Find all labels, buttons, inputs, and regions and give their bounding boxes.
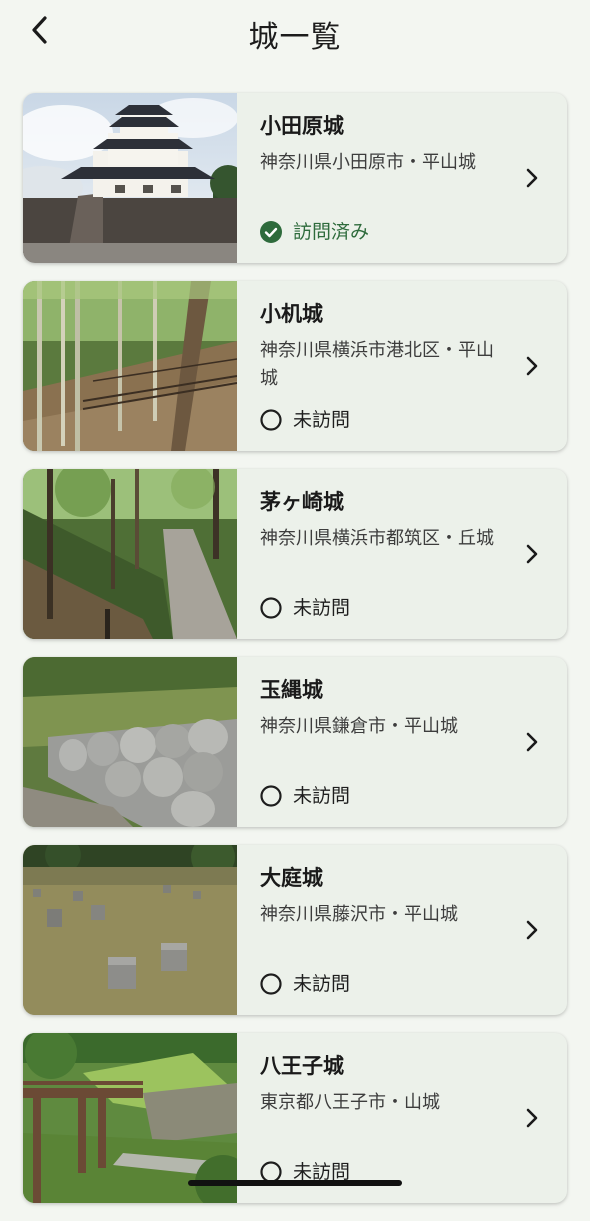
castle-info: 茅ヶ崎城 神奈川県横浜市都筑区・丘城 [260,487,500,581]
castle-address: 神奈川県藤沢市・平山城 [260,904,458,925]
chevron-right-icon [521,167,543,189]
castle-name: 小田原城 [260,114,344,138]
chevron-right-icon [521,919,543,941]
castle-name: 大庭城 [260,866,323,890]
visit-status-label: 未訪問 [293,409,351,431]
chevron-right-icon [521,731,543,753]
castle-address: 東京都八王子市・山城 [260,1092,440,1113]
castle-photo [23,281,237,451]
castle-address: 神奈川県小田原市・平山城 [260,152,476,173]
castle-photo [23,1033,237,1203]
castle-info: 大庭城 神奈川県藤沢市・平山城 [260,863,500,957]
castle-card-odawara[interactable]: 小田原城 神奈川県小田原市・平山城 訪問済み [23,93,567,263]
visit-status-label: 未訪問 [293,785,351,807]
bamboo-forest-path-photo [23,281,237,451]
foundation-stones-field-photo [23,845,237,1015]
page-title: 城一覧 [248,20,342,55]
castle-card-tamanawa[interactable]: 玉縄城 神奈川県鎌倉市・平山城 未訪問 [23,657,567,827]
visit-status: 訪問済み [260,219,369,245]
castle-card-chigasaki[interactable]: 茅ヶ崎城 神奈川県横浜市都筑区・丘城 未訪問 [23,469,567,639]
visit-status: 未訪問 [260,595,350,621]
visit-status-label: 未訪問 [293,597,351,619]
castle-address: 神奈川県鎌倉市・平山城 [260,716,458,737]
castle-info: 八王子城 東京都八王子市・山城 [260,1051,500,1145]
castle-name: 八王子城 [260,1054,344,1078]
visit-status-label: 未訪問 [293,973,351,995]
castle-photo [23,845,237,1015]
visit-status: 未訪問 [260,407,350,433]
castle-photo [23,469,237,639]
app-header: 城一覧 [0,0,590,64]
empty-circle-icon [260,409,282,431]
castle-name: 茅ヶ崎城 [260,490,344,514]
japanese-castle-keep-photo [23,93,237,263]
castle-photo [23,657,237,827]
wooden-bridge-photo [23,1033,237,1203]
castle-card-oba[interactable]: 大庭城 神奈川県藤沢市・平山城 未訪問 [23,845,567,1015]
castle-card-hachioji[interactable]: 八王子城 東京都八王子市・山城 未訪問 [23,1033,567,1203]
castle-name: 玉縄城 [260,678,323,702]
castle-photo [23,93,237,263]
castle-address: 神奈川県横浜市港北区・平山城 [260,340,494,389]
castle-list: 小田原城 神奈川県小田原市・平山城 訪問済み 小机城 神奈川県横浜市港北区・平山… [23,93,567,1221]
empty-circle-icon [260,973,282,995]
visit-status: 未訪問 [260,783,350,809]
castle-info: 玉縄城 神奈川県鎌倉市・平山城 [260,675,500,769]
stone-wall-photo [23,657,237,827]
castle-name: 小机城 [260,302,323,326]
visit-status: 未訪問 [260,971,350,997]
chevron-right-icon [521,543,543,565]
check-circle-icon [260,221,282,243]
empty-circle-icon [260,785,282,807]
empty-circle-icon [260,597,282,619]
forest-trail-photo [23,469,237,639]
home-indicator[interactable] [188,1180,402,1186]
castle-card-kozukue[interactable]: 小机城 神奈川県横浜市港北区・平山城 未訪問 [23,281,567,451]
castle-address: 神奈川県横浜市都筑区・丘城 [260,528,494,549]
chevron-right-icon [521,1107,543,1129]
castle-info: 小机城 神奈川県横浜市港北区・平山城 [260,299,500,393]
castle-info: 小田原城 神奈川県小田原市・平山城 [260,111,500,205]
visit-status-label: 訪問済み [293,221,370,243]
chevron-right-icon [521,355,543,377]
